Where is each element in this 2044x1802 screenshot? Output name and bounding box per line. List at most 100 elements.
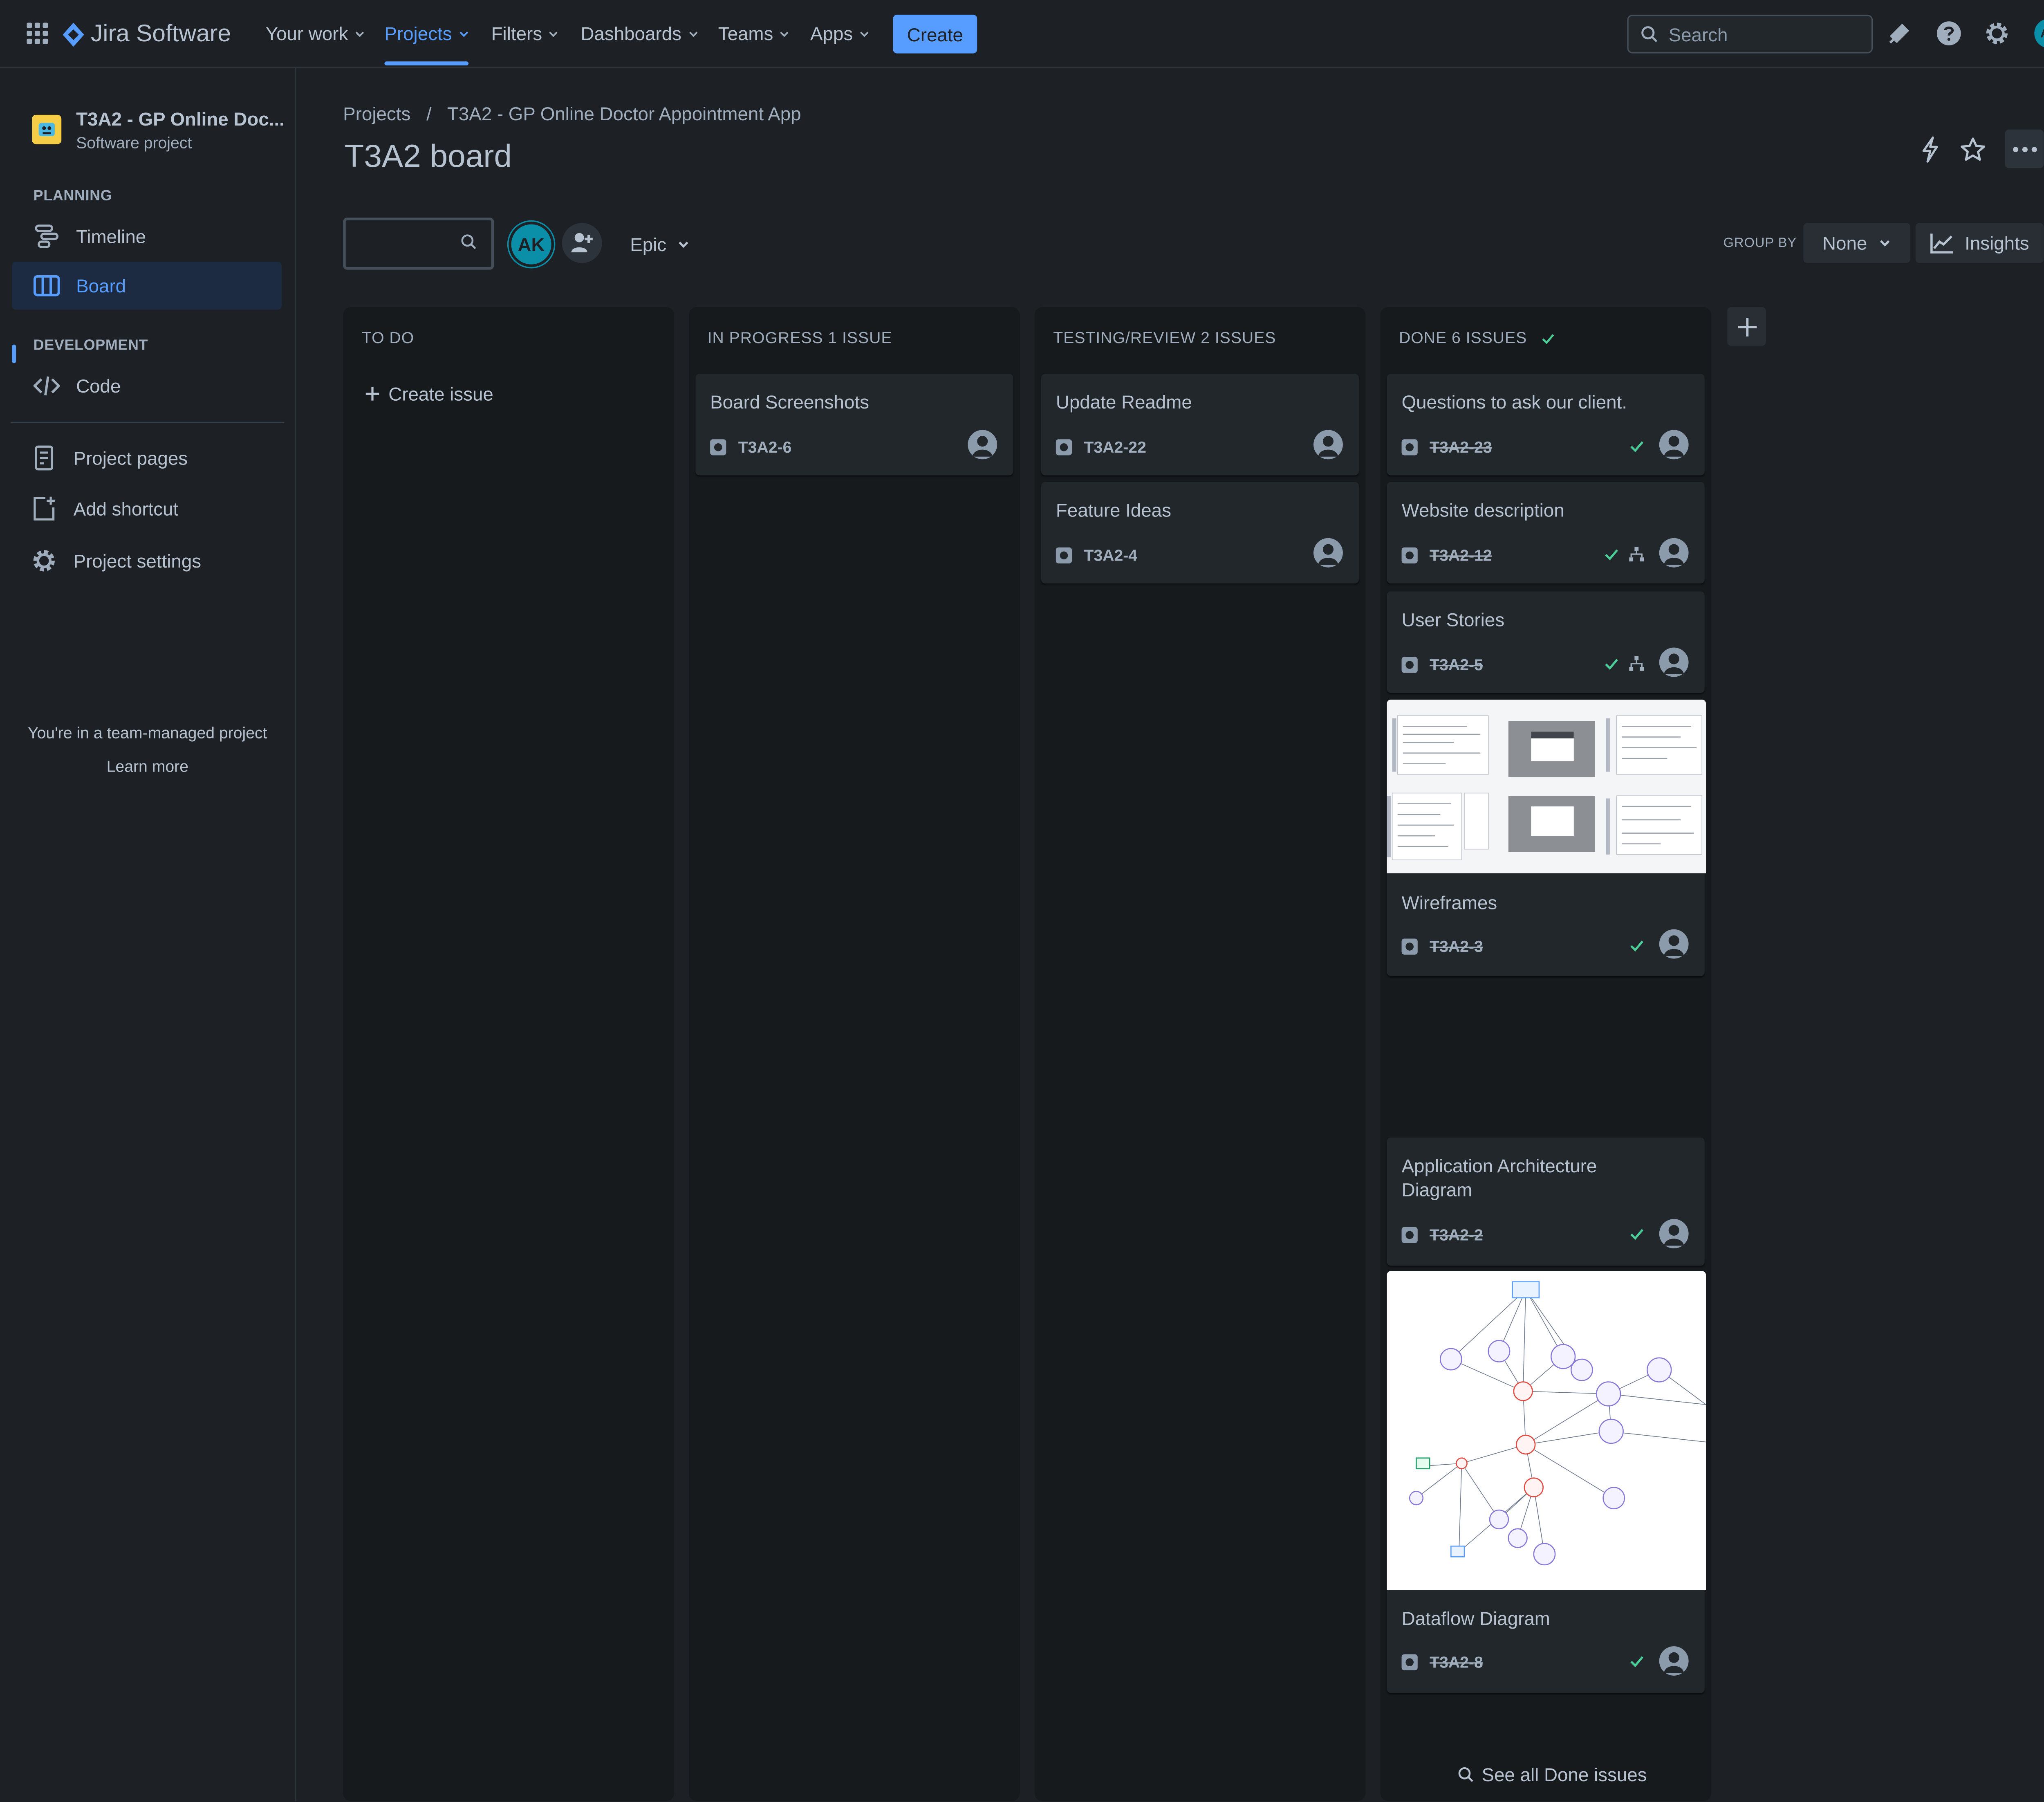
issue-card[interactable]: Questions to ask our client. T3A2-23 bbox=[1387, 374, 1705, 476]
column-header: IN PROGRESS 1 ISSUE bbox=[707, 328, 892, 347]
learn-more-link[interactable]: Learn more bbox=[0, 757, 295, 776]
chevron-down-icon bbox=[780, 31, 789, 36]
sidebar-item-code[interactable]: Code bbox=[12, 362, 282, 410]
filter-avatar[interactable]: AK bbox=[509, 222, 554, 267]
wireframes-thumbnail bbox=[1387, 700, 1706, 873]
assignee-avatar-icon[interactable] bbox=[1659, 1646, 1689, 1676]
code-icon bbox=[33, 373, 60, 399]
issue-card[interactable]: Update Readme T3A2-22 bbox=[1041, 374, 1359, 476]
epic-filter-label: Epic bbox=[630, 233, 667, 255]
search-icon bbox=[1641, 25, 1658, 43]
issue-card[interactable]: Wireframes T3A2-3 bbox=[1387, 700, 1706, 976]
task-type-icon bbox=[1056, 547, 1072, 563]
nav-projects[interactable]: Projects bbox=[384, 23, 469, 44]
issue-card[interactable]: Feature Ideas T3A2-4 bbox=[1041, 482, 1359, 583]
task-type-icon bbox=[1056, 439, 1072, 456]
issue-key: T3A2-8 bbox=[1401, 1653, 1483, 1672]
nav-dashboards[interactable]: Dashboards bbox=[580, 23, 699, 44]
project-type: Software project bbox=[76, 133, 192, 153]
sidebar-item-timeline[interactable]: Timeline bbox=[12, 212, 282, 260]
check-icon bbox=[1630, 940, 1643, 952]
issue-title: Website description bbox=[1401, 499, 1564, 521]
sidebar-item-label: Timeline bbox=[76, 225, 146, 247]
issue-card[interactable]: Dataflow Diagram T3A2-8 bbox=[1387, 1271, 1706, 1693]
project-icon bbox=[32, 114, 62, 144]
nav-filters-label: Filters bbox=[491, 22, 542, 44]
automation-icon[interactable] bbox=[1918, 136, 1942, 163]
nav-filters[interactable]: Filters bbox=[491, 23, 560, 44]
create-button[interactable]: Create bbox=[893, 14, 977, 54]
settings-icon[interactable] bbox=[1983, 20, 2010, 47]
issue-key: T3A2-5 bbox=[1401, 655, 1483, 674]
assignee-avatar-icon[interactable] bbox=[1659, 538, 1689, 568]
issue-title: Wireframes bbox=[1401, 892, 1497, 913]
sidebar-item-board[interactable]: Board bbox=[12, 261, 282, 310]
issue-title: Feature Ideas bbox=[1056, 499, 1171, 521]
user-avatar[interactable]: AK bbox=[2034, 18, 2044, 48]
issue-card[interactable]: User Stories T3A2-5 bbox=[1387, 591, 1705, 693]
create-issue-button[interactable]: Create issue bbox=[364, 383, 493, 404]
issue-key: T3A2-22 bbox=[1056, 438, 1146, 457]
search-icon bbox=[1458, 1767, 1473, 1782]
nav-apps[interactable]: Apps bbox=[810, 23, 870, 44]
chevron-down-icon bbox=[860, 31, 869, 36]
issue-title: Board Screenshots bbox=[710, 391, 869, 413]
sidebar-item-label: Code bbox=[76, 375, 121, 397]
add-column-button[interactable] bbox=[1727, 307, 1766, 346]
issue-card[interactable]: Website description T3A2-12 bbox=[1387, 482, 1705, 583]
app-switcher-icon[interactable] bbox=[27, 22, 48, 44]
jira-logo-icon bbox=[63, 22, 84, 46]
column-in-progress: IN PROGRESS 1 ISSUE Board Screenshots T3… bbox=[688, 307, 1020, 1801]
column-header: TO DO bbox=[361, 328, 415, 347]
insights-button[interactable]: Insights bbox=[1915, 223, 2044, 263]
board-search-input[interactable] bbox=[343, 218, 494, 270]
issue-card[interactable]: Application Architecture Diagram T3A2-2 bbox=[1387, 1138, 1705, 1266]
issue-key-text: T3A2-3 bbox=[1430, 937, 1483, 956]
notifications-icon[interactable] bbox=[1887, 21, 1912, 45]
assignee-avatar-icon[interactable] bbox=[1313, 538, 1343, 568]
assignee-avatar-icon[interactable] bbox=[1659, 647, 1689, 677]
sidebar-item-add-shortcut[interactable]: Add shortcut bbox=[12, 485, 282, 533]
sidebar-item-label: Add shortcut bbox=[73, 498, 179, 520]
team-managed-note: You're in a team-managed project bbox=[28, 723, 267, 743]
assignee-avatar-icon[interactable] bbox=[1659, 929, 1689, 959]
help-icon[interactable] bbox=[1936, 20, 1962, 47]
issue-key: T3A2-12 bbox=[1401, 546, 1492, 565]
task-type-icon bbox=[710, 439, 726, 456]
task-type-icon bbox=[1401, 547, 1418, 563]
group-by-select[interactable]: None bbox=[1803, 223, 1910, 263]
issue-card[interactable]: Board Screenshots T3A2-6 bbox=[695, 374, 1013, 476]
assignee-avatar-icon[interactable] bbox=[1313, 430, 1343, 460]
star-icon[interactable] bbox=[1959, 136, 1986, 163]
sidebar-item-project-pages[interactable]: Project pages bbox=[12, 434, 282, 482]
chevron-down-icon bbox=[679, 241, 689, 248]
sidebar-item-label: Board bbox=[76, 275, 126, 296]
global-search-input[interactable]: Search bbox=[1627, 14, 1873, 54]
issue-title: Application Architecture Diagram bbox=[1401, 1155, 1597, 1201]
breadcrumb-project[interactable]: T3A2 - GP Online Doctor Appointment App bbox=[447, 103, 801, 124]
breadcrumb: Projects / T3A2 - GP Online Doctor Appoi… bbox=[343, 103, 801, 124]
check-icon bbox=[1630, 441, 1643, 452]
issue-title: Questions to ask our client. bbox=[1401, 391, 1627, 413]
sidebar-divider bbox=[11, 422, 285, 424]
nav-teams[interactable]: Teams bbox=[718, 23, 791, 44]
nav-your-work[interactable]: Your work bbox=[266, 23, 365, 44]
assignee-avatar-icon[interactable] bbox=[1659, 430, 1689, 460]
search-placeholder: Search bbox=[1668, 23, 1728, 45]
board-icon bbox=[33, 272, 60, 299]
more-icon[interactable] bbox=[2005, 129, 2044, 168]
column-header: TESTING/REVIEW 2 ISSUES bbox=[1053, 328, 1276, 347]
add-people-icon[interactable] bbox=[562, 223, 602, 263]
epic-filter[interactable]: Epic bbox=[630, 233, 690, 255]
project-name[interactable]: T3A2 - GP Online Doc... bbox=[76, 108, 285, 129]
sidebar-item-label: Project settings bbox=[73, 550, 202, 572]
see-all-done-button[interactable]: See all Done issues bbox=[1458, 1764, 1647, 1785]
planning-heading: PLANNING bbox=[33, 188, 112, 204]
task-type-icon bbox=[1401, 439, 1418, 456]
breadcrumb-projects[interactable]: Projects bbox=[343, 103, 410, 124]
assignee-avatar-icon[interactable] bbox=[1659, 1219, 1689, 1249]
nav-your-work-label: Your work bbox=[265, 22, 348, 44]
sidebar-item-project-settings[interactable]: Project settings bbox=[12, 537, 282, 585]
jira-home-link[interactable]: Jira Software bbox=[63, 20, 231, 48]
assignee-avatar-icon[interactable] bbox=[968, 430, 997, 460]
